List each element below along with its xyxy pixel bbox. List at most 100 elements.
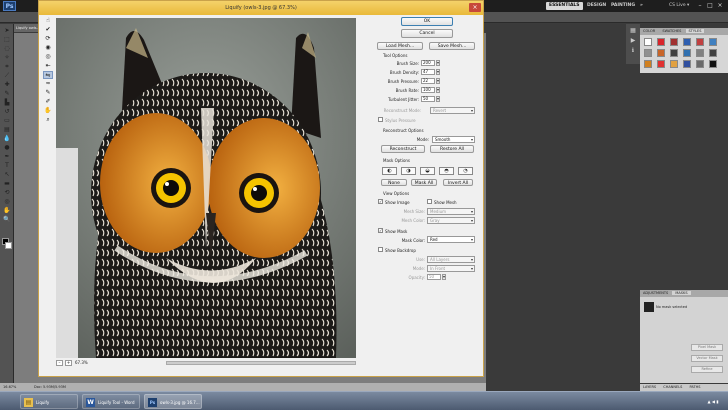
- swatch-cell[interactable]: [709, 49, 717, 57]
- workspace-more[interactable]: »: [637, 2, 646, 10]
- show-image-checkbox[interactable]: ✓: [378, 199, 383, 204]
- tab-masks[interactable]: MASKS: [672, 291, 691, 295]
- mask-color-select[interactable]: Red ▾: [427, 236, 475, 243]
- workspace-design[interactable]: DESIGN: [584, 2, 609, 10]
- mirror-tool-icon[interactable]: ⇋: [43, 71, 53, 79]
- reconstruct-mode-dropdown[interactable]: Smooth ▾: [432, 136, 475, 143]
- swatch-cell[interactable]: [709, 60, 717, 68]
- stylus-pressure-checkbox[interactable]: [378, 117, 383, 122]
- forward-warp-tool-icon[interactable]: ☝: [43, 17, 53, 25]
- tool-option-spinner[interactable]: ▾: [436, 87, 440, 93]
- mask-option-button[interactable]: ◐: [382, 167, 397, 175]
- taskbar-item-word[interactable]: W Liquify Tool - Word: [82, 394, 140, 409]
- tool-option-spinner[interactable]: ▾: [436, 96, 440, 102]
- zoom-out-button[interactable]: –: [56, 360, 63, 366]
- workspace-essentials[interactable]: ESSENTIALS: [546, 2, 583, 10]
- save-mesh-button[interactable]: Save Mesh...: [429, 42, 475, 50]
- tab-swatches[interactable]: SWATCHES: [659, 29, 684, 33]
- freeze-mask-tool-icon[interactable]: ✎: [43, 89, 53, 97]
- invert-all-button[interactable]: Invert All: [443, 179, 473, 186]
- tool-option-input[interactable]: 50: [421, 96, 435, 102]
- path-select-icon[interactable]: ↖: [3, 172, 11, 178]
- swatch-cell[interactable]: [683, 38, 691, 46]
- history-brush-icon[interactable]: ↺: [3, 109, 11, 115]
- taskbar-item-photoshop[interactable]: Ps owls-3.jpg @ 16.7...: [144, 394, 202, 409]
- brush-tool-icon[interactable]: ✎: [3, 91, 11, 97]
- tab-paths[interactable]: PATHS: [687, 385, 704, 389]
- crop-tool-icon[interactable]: ⌗: [3, 64, 11, 70]
- push-left-tool-icon[interactable]: ⇤: [43, 62, 53, 70]
- mask-all-button[interactable]: Mask All: [411, 179, 437, 186]
- preview-scrollbar[interactable]: [166, 361, 356, 365]
- info-panel-icon[interactable]: ℹ: [629, 48, 637, 54]
- tab-layers[interactable]: LAYERS: [640, 385, 659, 389]
- refine-button[interactable]: Refine: [691, 366, 723, 373]
- 3d-camera-icon[interactable]: ◎: [3, 199, 11, 205]
- zoom-tool-icon[interactable]: ⌕: [43, 116, 53, 124]
- healing-brush-icon[interactable]: ✚: [3, 82, 11, 88]
- tool-option-input[interactable]: 100: [421, 87, 435, 93]
- tab-styles[interactable]: STYLES: [685, 29, 705, 33]
- swatch-cell[interactable]: [696, 49, 704, 57]
- document-tab[interactable]: Liquify owls-3.jpg: [14, 24, 38, 32]
- marquee-tool-icon[interactable]: ⬚: [3, 37, 11, 43]
- lasso-tool-icon[interactable]: ◌: [3, 46, 11, 52]
- tool-option-spinner[interactable]: ▾: [436, 69, 440, 75]
- cancel-button[interactable]: Cancel: [401, 29, 453, 38]
- reconstruct-tool-icon[interactable]: ✔: [43, 26, 53, 34]
- tool-option-input[interactable]: 22: [421, 78, 435, 84]
- swatch-cell[interactable]: [657, 49, 665, 57]
- thaw-mask-tool-icon[interactable]: ✐: [43, 98, 53, 106]
- swatch-cell[interactable]: [709, 38, 717, 46]
- cs-live-menu[interactable]: CS Live ▾: [669, 2, 689, 10]
- tab-adjustments[interactable]: ADJUSTMENTS: [640, 291, 671, 295]
- load-mesh-button[interactable]: Load Mesh...: [377, 42, 423, 50]
- swatch-cell[interactable]: [683, 49, 691, 57]
- eraser-tool-icon[interactable]: ▭: [3, 118, 11, 124]
- swatch-cell[interactable]: [670, 49, 678, 57]
- tab-color[interactable]: COLOR: [640, 29, 658, 33]
- reconstruct-button[interactable]: Reconstruct: [381, 145, 425, 153]
- tool-option-input[interactable]: 200: [421, 60, 435, 66]
- hand-tool-icon[interactable]: ✋: [3, 208, 11, 214]
- mask-option-button[interactable]: ◔: [458, 167, 473, 175]
- workspace-painting[interactable]: PAINTING: [608, 2, 638, 10]
- zoom-tool-icon[interactable]: 🔍: [3, 217, 11, 223]
- gradient-tool-icon[interactable]: ▤: [3, 127, 11, 133]
- dodge-tool-icon[interactable]: ●: [3, 145, 11, 151]
- dialog-close-button[interactable]: ×: [469, 3, 481, 12]
- bloat-tool-icon[interactable]: ◎: [43, 53, 53, 61]
- pixel-mask-button[interactable]: Pixel Mask: [691, 344, 723, 351]
- type-tool-icon[interactable]: T: [3, 163, 11, 169]
- tool-option-spinner[interactable]: ▾: [436, 60, 440, 66]
- pucker-tool-icon[interactable]: ◉: [43, 44, 53, 52]
- show-mesh-checkbox[interactable]: [427, 199, 432, 204]
- swatch-cell[interactable]: [683, 60, 691, 68]
- tool-option-input[interactable]: 47: [421, 69, 435, 75]
- mask-option-button[interactable]: ◓: [439, 167, 454, 175]
- minimize-icon[interactable]: –: [696, 2, 704, 9]
- none-button[interactable]: None: [381, 179, 407, 186]
- move-tool-icon[interactable]: ➤: [3, 28, 11, 34]
- system-tray[interactable]: ▲ ◀ ▮: [698, 392, 728, 410]
- twirl-tool-icon[interactable]: ⟳: [43, 35, 53, 43]
- swatch-cell[interactable]: [644, 60, 652, 68]
- zoom-in-button[interactable]: +: [65, 360, 72, 366]
- restore-all-button[interactable]: Restore All: [430, 145, 474, 153]
- hand-tool-icon[interactable]: ✋: [43, 107, 53, 115]
- history-panel-icon[interactable]: ▦: [629, 28, 637, 34]
- turbulence-tool-icon[interactable]: ≈: [43, 80, 53, 88]
- blur-tool-icon[interactable]: 💧: [3, 136, 11, 142]
- taskbar-item-liquify-folder[interactable]: ▤ Liquify: [20, 394, 78, 409]
- swatch-cell[interactable]: [657, 38, 665, 46]
- maximize-icon[interactable]: □: [706, 2, 714, 9]
- swatch-cell[interactable]: [670, 38, 678, 46]
- shape-tool-icon[interactable]: ▬: [3, 181, 11, 187]
- liquify-preview[interactable]: [56, 18, 356, 358]
- tool-option-spinner[interactable]: ▾: [436, 78, 440, 84]
- mask-option-button[interactable]: ◒: [420, 167, 435, 175]
- show-backdrop-checkbox[interactable]: [378, 247, 383, 252]
- swatch-cell[interactable]: [644, 38, 652, 46]
- background-color-swatch[interactable]: [5, 242, 12, 249]
- swatch-cell[interactable]: [696, 38, 704, 46]
